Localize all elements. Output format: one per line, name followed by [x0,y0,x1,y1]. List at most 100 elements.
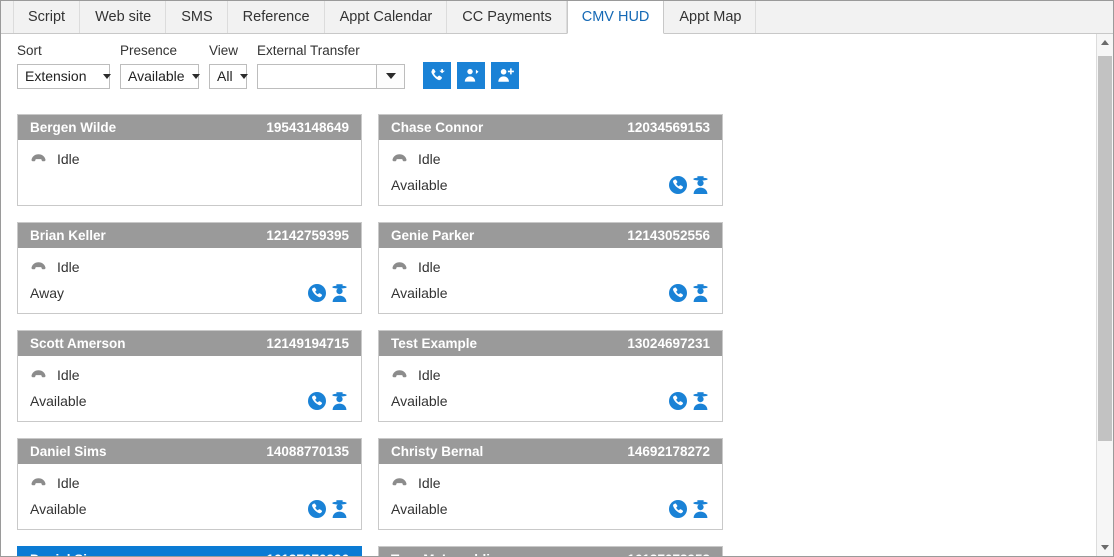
agent-name: Bergen Wilde [30,119,117,135]
tab-cc-payments[interactable]: CC Payments [447,1,567,33]
spy-agent-icon[interactable] [691,175,710,195]
agent-presence-text: Away [30,285,64,301]
agent-status-row: Idle [391,362,710,388]
sort-select[interactable]: Extension [17,63,112,89]
presence-field: Presence Available [120,44,200,89]
person-add-icon [497,67,514,82]
external-transfer-label: External Transfer [257,43,360,58]
phone-circle-icon[interactable] [307,499,327,519]
transfer-call-button[interactable] [423,61,451,89]
spy-agent-icon[interactable] [330,499,349,519]
on-hook-handset-icon [392,262,407,270]
chevron-down-icon [103,73,112,79]
agent-extension: 12143052556 [627,227,710,243]
phone-circle-icon[interactable] [668,283,688,303]
agent-card-header: Brian Keller 12142759395 [18,223,361,248]
tab-label: SMS [181,9,213,25]
phone-circle-icon[interactable] [668,175,688,195]
add-agent-button[interactable] [491,61,519,89]
scroll-up-button[interactable] [1097,34,1113,51]
sort-select-value: Extension [25,68,87,84]
tab-appt-calendar[interactable]: Appt Calendar [325,1,448,33]
on-hook-handset-icon [392,478,407,486]
agent-status-row: Idle [391,254,710,280]
agent-presence-row: Available [391,496,710,522]
phone-circle-icon[interactable] [668,499,688,519]
view-select[interactable]: All [209,63,248,89]
agent-card-actions [307,283,349,303]
tab-reference[interactable]: Reference [228,1,325,33]
agent-card[interactable]: Genie Parker 12143052556 Idle Available [378,222,723,314]
presence-select[interactable]: Available [120,63,200,89]
tab-label: Appt Calendar [339,9,433,25]
agent-status-text: Idle [418,475,441,491]
agent-card[interactable]: Scott Amerson 12149194715 Idle Available [17,330,362,422]
on-hook-handset-icon [392,370,407,378]
agent-extension: 12142759395 [266,227,349,243]
tab-label: Web site [95,9,152,25]
presence-select-value: Available [128,68,185,84]
agent-card[interactable]: Daniel Sims 14088770135 Idle Available [17,438,362,530]
agent-extension: 12034569153 [627,119,710,135]
spy-agent-icon[interactable] [330,283,349,303]
agent-card[interactable]: Test Example 13024697231 Idle Available [378,330,723,422]
tab-sms[interactable]: SMS [166,1,228,33]
agent-card-body: Idle Away [18,248,361,313]
agent-card[interactable]: Chase Connor 12034569153 Idle Available [378,114,723,206]
agent-card[interactable]: Troy McLaughlin16137073953IdleAvailable [378,546,723,556]
agent-name: Christy Bernal [391,443,484,459]
spy-agent-icon[interactable] [691,283,710,303]
agent-card-body: Idle [18,140,361,179]
agent-status-text: Idle [57,475,80,491]
tab-appt-map[interactable]: Appt Map [664,1,757,33]
tab-web-site[interactable]: Web site [80,1,167,33]
agent-card-header: Troy McLaughlin 16137073953 [379,547,722,556]
agent-extension: 12149194715 [266,335,349,351]
agent-card[interactable]: Brian Keller 12142759395 Idle Away [17,222,362,314]
agent-presence-row: Available [30,388,349,414]
agent-cards-scroll-area: Bergen Wilde 19543148649 Idle Chase Connor 1… [1,114,1113,556]
agent-card-header: Daniel Sims 14088770135 [18,439,361,464]
external-transfer-input[interactable] [257,63,376,89]
hud-toolbar: Sort Extension Presence Available View A… [1,34,1113,97]
spy-agent-icon[interactable] [330,391,349,411]
scroll-down-button[interactable] [1097,539,1113,556]
phone-circle-icon[interactable] [668,391,688,411]
agent-status-row: Idle [30,362,349,388]
agent-status-text: Idle [57,151,80,167]
vertical-scrollbar[interactable] [1096,34,1113,556]
tab-cmv-hud[interactable]: CMV HUD [566,1,665,34]
on-hook-handset-icon [31,478,46,486]
agent-presence-text: Available [30,501,87,517]
scroll-up-arrow-icon [1101,40,1109,45]
phone-circle-icon[interactable] [307,391,327,411]
chevron-down-icon [385,73,396,79]
agent-card-actions [668,175,710,195]
agent-name: Daniel Sims [30,443,107,459]
agent-card-actions [307,391,349,411]
spy-agent-icon[interactable] [691,499,710,519]
tab-script[interactable]: Script [13,1,81,33]
external-transfer-dropdown-button[interactable] [376,63,405,89]
agent-presence-row: Available [391,172,710,198]
tab-label: CC Payments [462,9,552,25]
phone-circle-icon[interactable] [307,283,327,303]
transfer-to-agent-button[interactable] [457,61,485,89]
agent-presence-text: Available [391,393,448,409]
chevron-down-icon [239,73,248,79]
agent-card-header: Scott Amerson 12149194715 [18,331,361,356]
agent-card-body: Idle Available [379,464,722,529]
agent-card[interactable]: Daniel Sims16137070396On Call Outbound C… [17,546,362,556]
external-transfer-combo[interactable] [257,63,405,89]
agent-status-text: Idle [418,259,441,275]
agent-card-header: Bergen Wilde 19543148649 [18,115,361,140]
agent-extension: 14088770135 [266,443,349,459]
agent-card[interactable]: Christy Bernal 14692178272 Idle Available [378,438,723,530]
scrollbar-thumb[interactable] [1098,56,1112,441]
agent-presence-text: Available [30,393,87,409]
agent-name: Test Example [391,335,478,351]
agent-card-body: Idle Available [379,356,722,421]
spy-agent-icon[interactable] [691,391,710,411]
agent-card[interactable]: Bergen Wilde 19543148649 Idle [17,114,362,206]
agent-card-body: Idle Available [379,248,722,313]
